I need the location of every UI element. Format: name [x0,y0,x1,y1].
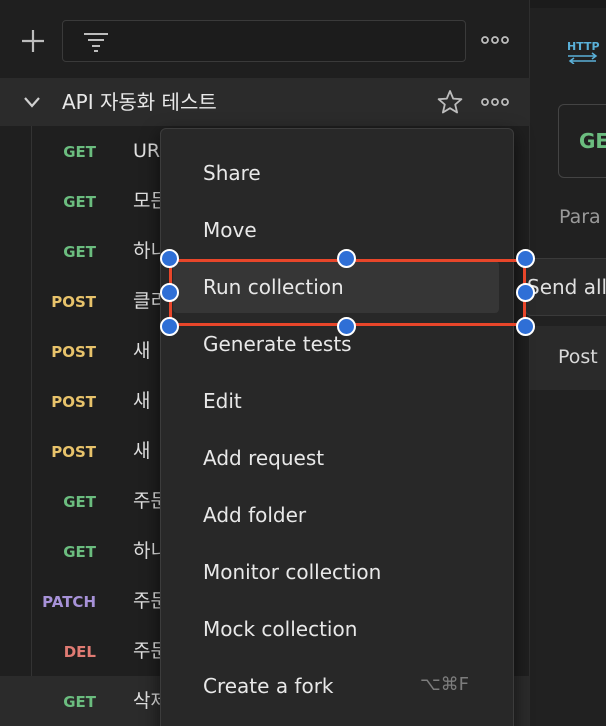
resize-handle-bottom-left[interactable] [160,317,179,336]
menu-item-generate-tests[interactable]: Generate tests [173,318,499,370]
method-badge: GET [63,143,96,161]
method-badge: POST [51,443,96,461]
collection-context-menu: Share Move Run collection Generate tests… [160,128,514,726]
menu-item-label: Mock collection [203,617,358,641]
method-badge: GET [63,243,96,261]
tab-strip [530,0,606,8]
method-badge: PATCH [42,593,96,611]
request-name: 새 [133,340,151,362]
http-request-icon: HTTP [566,36,600,65]
chevron-down-icon[interactable] [22,92,42,112]
method-select-label: GE [579,129,606,153]
resize-handle-top-right[interactable] [516,249,535,268]
menu-item-create-fork[interactable]: Create a fork ⌥⌘F [173,660,499,712]
menu-item-share[interactable]: Share [173,147,499,199]
resize-handle-top-left[interactable] [160,249,179,268]
resize-handle-top[interactable] [337,249,356,268]
method-badge: DEL [63,643,96,661]
collection-more-icon[interactable] [480,92,510,112]
method-badge: GET [63,693,96,711]
menu-item-add-folder[interactable]: Add folder [173,489,499,541]
filter-icon [83,31,109,53]
resize-handle-left[interactable] [160,283,179,302]
request-name: 새 [133,390,151,412]
menu-item-add-request[interactable]: Add request [173,432,499,484]
method-select[interactable]: GE [558,104,606,178]
send-all-label: Send all [527,275,606,299]
post-row[interactable]: Post [530,326,606,390]
menu-item-label: Run collection [203,275,344,299]
menu-item-shortcut: ⌥⌘F [419,674,469,695]
menu-item-label: Edit [203,389,242,413]
menu-item-run-collection[interactable]: Run collection [173,261,499,313]
menu-item-label: Move [203,218,257,242]
collection-name: API 자동화 테스트 [62,90,217,114]
post-label: Post [558,346,598,368]
send-all-button[interactable]: Send all [525,258,606,316]
svg-text:HTTP: HTTP [567,40,600,53]
menu-item-label: Add folder [203,503,307,527]
request-name: 새 [133,440,151,462]
resize-handle-bottom[interactable] [337,317,356,336]
method-badge: GET [63,493,96,511]
method-badge: POST [51,343,96,361]
method-badge: GET [63,193,96,211]
menu-item-label: Monitor collection [203,560,382,584]
more-options-icon[interactable] [480,30,510,50]
menu-item-move[interactable]: Move [173,204,499,256]
menu-item-label: Create a fork [203,674,334,698]
add-icon[interactable] [18,26,48,56]
request-editor-panel: HTTP GE Para Send all Post [525,0,606,726]
menu-item-label: Add request [203,446,325,470]
menu-item-monitor-collection[interactable]: Monitor collection [173,546,499,598]
collection-header[interactable]: API 자동화 테스트 [0,78,530,126]
star-icon[interactable] [436,88,464,116]
method-badge: POST [51,293,96,311]
resize-handle-right[interactable] [516,283,535,302]
resize-handle-bottom-right[interactable] [516,317,535,336]
menu-item-label: Share [203,161,261,185]
request-name: UR [133,140,161,162]
menu-item-edit[interactable]: Edit [173,375,499,427]
menu-item-mock-collection[interactable]: Mock collection [173,603,499,655]
menu-item-label: Generate tests [203,332,352,356]
method-badge: GET [63,543,96,561]
params-tab[interactable]: Para [559,206,601,228]
filter-input[interactable] [62,20,466,62]
sidebar-toolbar [0,0,530,78]
method-badge: POST [51,393,96,411]
